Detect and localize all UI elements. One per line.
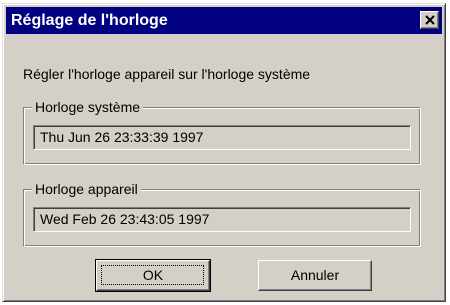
system-clock-label: Horloge système [32, 98, 144, 116]
title-bar[interactable]: Réglage de l'horloge [6, 7, 442, 34]
system-clock-group: Horloge système Thu Jun 26 23:33:39 1997 [23, 98, 421, 165]
instruction-text: Régler l'horloge appareil sur l'horloge … [23, 66, 311, 82]
device-clock-label: Horloge appareil [32, 180, 141, 198]
device-clock-group: Horloge appareil Wed Feb 26 23:43:05 199… [23, 180, 421, 247]
window-title: Réglage de l'horloge [11, 12, 168, 29]
system-clock-field: Thu Jun 26 23:33:39 1997 [33, 125, 411, 150]
focus-rectangle [101, 265, 204, 285]
cancel-button-label: Annuler [290, 267, 340, 283]
close-button[interactable] [420, 11, 439, 29]
cancel-button[interactable]: Annuler [258, 260, 372, 291]
close-icon [425, 15, 435, 25]
clock-settings-dialog: Réglage de l'horloge Régler l'horloge ap… [2, 3, 446, 302]
device-clock-field: Wed Feb 26 23:43:05 1997 [33, 207, 411, 232]
ok-button[interactable]: OK [95, 259, 211, 292]
